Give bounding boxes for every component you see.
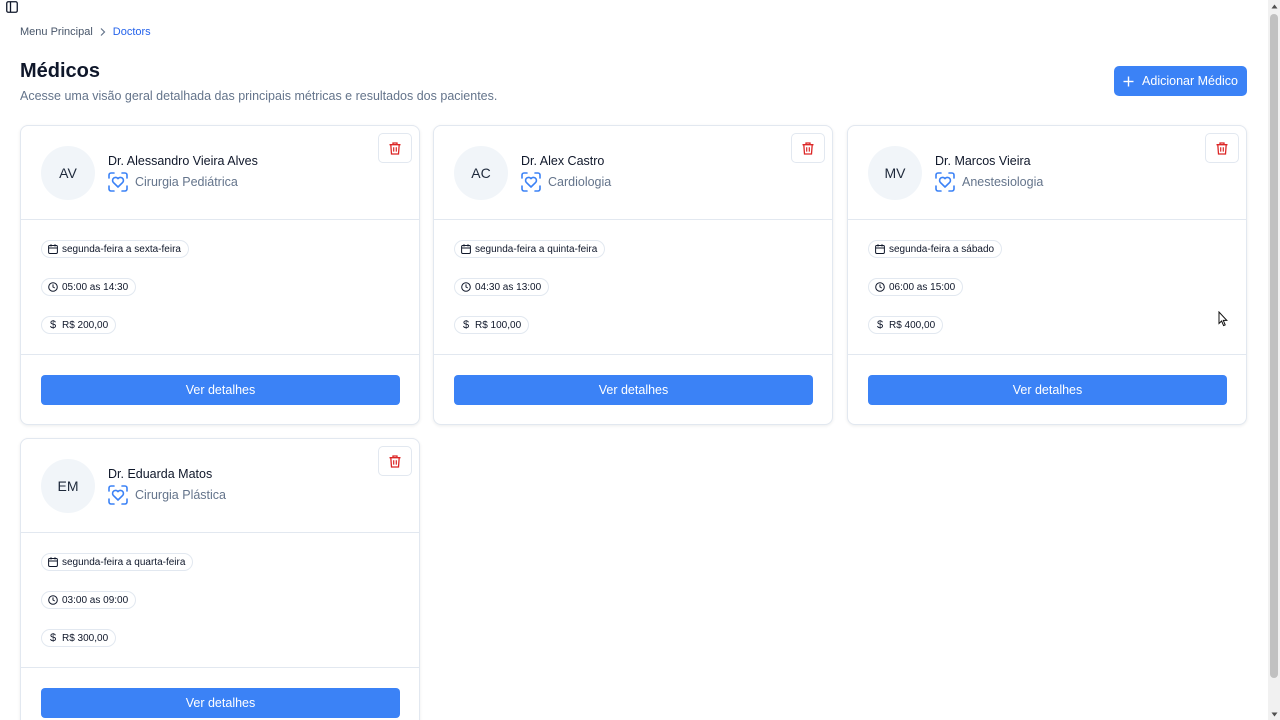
schedule-hours-badge: 05:00 as 14:30 — [41, 278, 137, 296]
schedule-days-badge: segunda-feira a sábado — [868, 240, 1003, 258]
schedule-hours-label: 05:00 as 14:30 — [62, 281, 129, 293]
breadcrumb: Menu Principal Doctors — [20, 25, 151, 39]
plus-icon — [1123, 76, 1134, 87]
calendar-icon — [48, 557, 58, 567]
price-badge: $ R$ 100,00 — [454, 316, 530, 334]
price-label: R$ 200,00 — [62, 319, 109, 331]
price-label: R$ 300,00 — [62, 632, 109, 644]
price-label: R$ 400,00 — [889, 319, 936, 331]
scrollbar-thumb[interactable] — [1270, 14, 1278, 678]
scroll-down-arrow-icon[interactable] — [1268, 708, 1280, 720]
price-badge: $ R$ 300,00 — [41, 629, 117, 647]
calendar-icon — [875, 244, 885, 254]
breadcrumb-root-link[interactable]: Menu Principal — [20, 26, 93, 38]
dollar-icon: $ — [49, 632, 57, 644]
doctor-card-header: EM Dr. Eduarda Matos Cirurgia Plástica — [21, 439, 419, 533]
doctor-name: Dr. Alessandro Vieira Alves — [108, 154, 258, 168]
avatar-initials: AV — [59, 165, 77, 181]
calendar-icon — [461, 244, 471, 254]
schedule-days-badge: segunda-feira a sexta-feira — [41, 240, 189, 258]
heart-scan-icon — [935, 172, 955, 192]
avatar: EM — [41, 459, 95, 513]
view-details-button[interactable]: Ver detalhes — [41, 375, 400, 405]
page-title: Médicos — [20, 60, 101, 82]
schedule-hours-badge: 04:30 as 13:00 — [454, 278, 550, 296]
specialty-label: Cirurgia Plástica — [135, 488, 227, 502]
doctor-specialty: Cirurgia Plástica — [108, 485, 226, 505]
trash-icon — [1216, 141, 1228, 155]
schedule-hours-label: 06:00 as 15:00 — [889, 281, 956, 293]
clock-icon — [461, 282, 471, 292]
view-details-button[interactable]: Ver detalhes — [41, 688, 400, 718]
doctor-card-info: segunda-feira a sábado 06:00 as 15:00 $ … — [848, 220, 1246, 355]
doctor-name: Dr. Eduarda Matos — [108, 467, 213, 481]
delete-doctor-button[interactable] — [791, 133, 825, 163]
chevron-right-icon — [100, 28, 106, 36]
specialty-label: Cirurgia Pediátrica — [135, 175, 238, 189]
schedule-days-label: segunda-feira a sexta-feira — [62, 243, 181, 255]
avatar: AC — [454, 146, 508, 200]
mouse-pointer-icon — [1218, 310, 1228, 332]
avatar: AV — [41, 146, 95, 200]
add-doctor-button[interactable]: Adicionar Médico — [1114, 66, 1247, 96]
specialty-label: Cardiologia — [548, 175, 612, 189]
schedule-hours-badge: 03:00 as 09:00 — [41, 591, 137, 609]
doctor-name: Dr. Alex Castro — [521, 154, 605, 168]
calendar-icon — [48, 244, 58, 254]
doctor-card: EM Dr. Eduarda Matos Cirurgia Plástica s… — [20, 438, 420, 720]
doctor-card: MV Dr. Marcos Vieira Anestesiologia segu… — [847, 125, 1247, 425]
avatar-initials: AC — [471, 165, 491, 181]
avatar-initials: MV — [884, 165, 906, 181]
sidebar-toggle-icon[interactable] — [5, 0, 19, 14]
schedule-days-badge: segunda-feira a quinta-feira — [454, 240, 606, 258]
delete-doctor-button[interactable] — [1205, 133, 1239, 163]
price-badge: $ R$ 200,00 — [41, 316, 117, 334]
price-badge: $ R$ 400,00 — [868, 316, 944, 334]
avatar-initials: EM — [57, 478, 79, 494]
breadcrumb-current[interactable]: Doctors — [113, 26, 151, 38]
doctor-card-header: AC Dr. Alex Castro Cardiologia — [434, 126, 832, 220]
trash-icon — [802, 141, 814, 155]
view-details-button[interactable]: Ver detalhes — [454, 375, 813, 405]
doctor-card: AC Dr. Alex Castro Cardiologia segunda-f… — [433, 125, 833, 425]
view-details-button[interactable]: Ver detalhes — [868, 375, 1227, 405]
dollar-icon: $ — [876, 319, 884, 331]
trash-icon — [389, 141, 401, 155]
schedule-days-label: segunda-feira a sábado — [889, 243, 995, 255]
clock-icon — [48, 282, 58, 292]
heart-scan-icon — [108, 485, 128, 505]
avatar: MV — [868, 146, 922, 200]
doctor-card-info: segunda-feira a quarta-feira 03:00 as 09… — [21, 533, 419, 668]
schedule-days-badge: segunda-feira a quarta-feira — [41, 553, 194, 571]
trash-icon — [389, 454, 401, 468]
delete-doctor-button[interactable] — [378, 133, 412, 163]
dollar-icon: $ — [462, 319, 470, 331]
doctor-card-info: segunda-feira a quinta-feira 04:30 as 13… — [434, 220, 832, 355]
delete-doctor-button[interactable] — [378, 446, 412, 476]
page-subtitle: Acesse uma visão geral detalhada das pri… — [20, 89, 498, 103]
schedule-hours-badge: 06:00 as 15:00 — [868, 278, 964, 296]
doctor-card: AV Dr. Alessandro Vieira Alves Cirurgia … — [20, 125, 420, 425]
page-scrollbar[interactable] — [1268, 0, 1280, 720]
doctor-specialty: Anestesiologia — [935, 172, 1043, 192]
doctor-specialty: Cirurgia Pediátrica — [108, 172, 238, 192]
scroll-up-arrow-icon[interactable] — [1268, 0, 1280, 12]
doctor-card-info: segunda-feira a sexta-feira 05:00 as 14:… — [21, 220, 419, 355]
schedule-days-label: segunda-feira a quinta-feira — [475, 243, 598, 255]
doctor-name: Dr. Marcos Vieira — [935, 154, 1031, 168]
doctor-card-header: AV Dr. Alessandro Vieira Alves Cirurgia … — [21, 126, 419, 220]
dollar-icon: $ — [49, 319, 57, 331]
heart-scan-icon — [521, 172, 541, 192]
doctor-specialty: Cardiologia — [521, 172, 611, 192]
schedule-hours-label: 03:00 as 09:00 — [62, 594, 129, 606]
specialty-label: Anestesiologia — [962, 175, 1044, 189]
doctor-card-header: MV Dr. Marcos Vieira Anestesiologia — [848, 126, 1246, 220]
add-doctor-label: Adicionar Médico — [1142, 74, 1238, 88]
price-label: R$ 100,00 — [475, 319, 522, 331]
heart-scan-icon — [108, 172, 128, 192]
clock-icon — [48, 595, 58, 605]
clock-icon — [875, 282, 885, 292]
schedule-days-label: segunda-feira a quarta-feira — [62, 556, 186, 568]
schedule-hours-label: 04:30 as 13:00 — [475, 281, 542, 293]
